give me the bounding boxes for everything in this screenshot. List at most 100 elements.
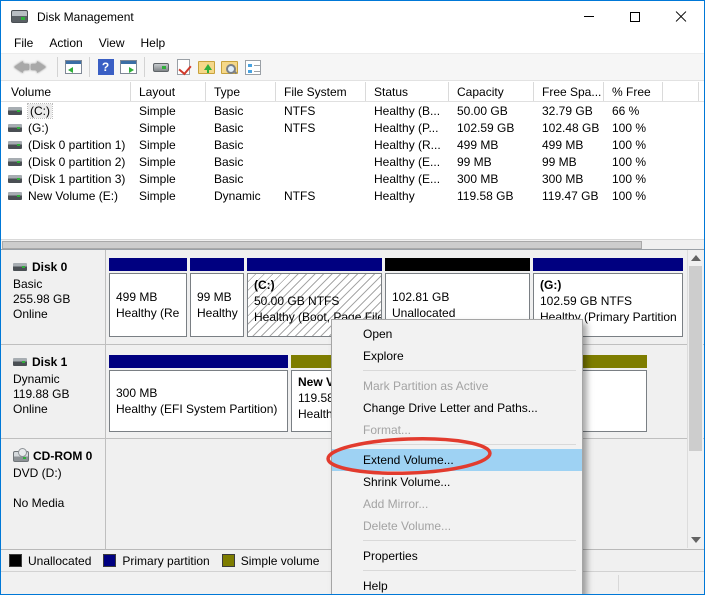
- disk1-info-panel[interactable]: Disk 1 Dynamic 119.88 GB Online: [1, 345, 106, 438]
- column-header-status[interactable]: Status: [366, 82, 449, 101]
- vertical-scrollbar[interactable]: [687, 250, 703, 548]
- column-header-blank: [663, 82, 699, 101]
- menu-item-change-drive-letter[interactable]: Change Drive Letter and Paths...: [332, 397, 582, 419]
- table-row[interactable]: (Disk 1 partition 3) Simple Basic Health…: [1, 170, 704, 187]
- cell-free: 499 MB: [534, 138, 604, 152]
- legend-swatch-unallocated: [9, 554, 22, 567]
- folder-up-button[interactable]: [197, 58, 216, 77]
- menu-item-explore[interactable]: Explore: [332, 345, 582, 367]
- disk-status: No Media: [13, 496, 101, 511]
- table-row[interactable]: New Volume (E:) Simple Dynamic NTFS Heal…: [1, 187, 704, 204]
- menu-item-shrink-volume[interactable]: Shrink Volume...: [332, 471, 582, 493]
- disk-kind: Basic: [13, 277, 101, 292]
- cell-capacity: 102.59 GB: [449, 121, 534, 135]
- show-action-pane-button[interactable]: [119, 58, 138, 77]
- partition-99mb[interactable]: 99 MBHealthy: [190, 258, 244, 337]
- context-menu: Open Explore Mark Partition as Active Ch…: [331, 319, 583, 595]
- column-header-volume[interactable]: Volume: [1, 82, 131, 101]
- menu-item-delete-volume: Delete Volume...: [332, 515, 582, 537]
- disk-icon: [13, 263, 27, 271]
- menu-item-extend-volume[interactable]: Extend Volume...: [332, 449, 582, 471]
- column-header-file-system[interactable]: File System: [276, 82, 366, 101]
- status-bar-divider: [618, 575, 619, 591]
- folder-up-icon: [198, 61, 215, 74]
- menu-action[interactable]: Action: [41, 34, 90, 52]
- partition-label: (C:): [254, 277, 381, 293]
- menu-item-open[interactable]: Open: [332, 323, 582, 345]
- cell-pct: 100 %: [604, 172, 663, 186]
- disk-icon: [13, 358, 27, 366]
- legend-label: Primary partition: [122, 554, 209, 568]
- disk-status: Online: [13, 402, 101, 417]
- volume-icon: [8, 107, 22, 115]
- disk-status: Online: [13, 307, 101, 322]
- cell-type: Dynamic: [206, 189, 276, 203]
- column-header-capacity[interactable]: Capacity: [449, 82, 534, 101]
- table-row[interactable]: (Disk 0 partition 2) Simple Basic Health…: [1, 153, 704, 170]
- horizontal-scrollbar-thumb[interactable]: [2, 241, 642, 249]
- folder-search-button[interactable]: [220, 58, 239, 77]
- cell-capacity: 300 MB: [449, 172, 534, 186]
- chevron-down-icon[interactable]: [691, 537, 701, 543]
- volume-icon: [8, 124, 22, 132]
- table-row[interactable]: (G:) Simple Basic NTFS Healthy (P... 102…: [1, 119, 704, 136]
- forward-button[interactable]: [32, 58, 51, 77]
- menu-help[interactable]: Help: [133, 34, 174, 52]
- help-button[interactable]: ?: [96, 58, 115, 77]
- cell-status: Healthy (E...: [366, 155, 449, 169]
- menu-item-properties[interactable]: Properties: [332, 545, 582, 567]
- maximize-icon: [630, 12, 640, 22]
- menu-item-mark-partition-active: Mark Partition as Active: [332, 375, 582, 397]
- menu-item-format: Format...: [332, 419, 582, 441]
- menu-separator: [363, 570, 576, 571]
- cell-status: Healthy (E...: [366, 172, 449, 186]
- device-button[interactable]: [151, 58, 170, 77]
- partition-size: 102.81 GB: [392, 289, 529, 305]
- table-row[interactable]: (C:) Simple Basic NTFS Healthy (B... 50.…: [1, 102, 704, 119]
- cell-type: Basic: [206, 155, 276, 169]
- menu-file[interactable]: File: [6, 34, 41, 52]
- horizontal-scrollbar[interactable]: [1, 239, 704, 249]
- column-header-pct-free[interactable]: % Free: [604, 82, 663, 101]
- action-pane-icon: [120, 60, 137, 74]
- vertical-scrollbar-thumb[interactable]: [689, 266, 702, 451]
- column-header-free-space[interactable]: Free Spa...: [534, 82, 604, 101]
- menu-item-help[interactable]: Help: [332, 575, 582, 595]
- cell-status: Healthy (B...: [366, 104, 449, 118]
- disk0-info-panel[interactable]: Disk 0 Basic 255.98 GB Online: [1, 250, 106, 344]
- partition-size: 102.59 GB NTFS: [540, 293, 682, 309]
- disk-name: Disk 1: [32, 355, 67, 369]
- menu-view[interactable]: View: [91, 34, 133, 52]
- legend-swatch-simple: [222, 554, 235, 567]
- rescan-disks-button[interactable]: [174, 58, 193, 77]
- cell-status: Healthy: [366, 189, 449, 203]
- column-header-layout[interactable]: Layout: [131, 82, 206, 101]
- partition-efi-system[interactable]: 300 MBHealthy (EFI System Partition): [109, 355, 288, 432]
- partition-size: 50.00 GB NTFS: [254, 293, 381, 309]
- menubar: File Action View Help: [1, 32, 704, 53]
- volume-name: (Disk 0 partition 2): [28, 155, 125, 169]
- close-button[interactable]: [658, 1, 704, 32]
- legend-label: Unallocated: [28, 554, 91, 568]
- minimize-button[interactable]: [566, 1, 612, 32]
- partition-color-bar: [247, 258, 382, 271]
- menu-separator: [363, 540, 576, 541]
- cell-layout: Simple: [131, 104, 206, 118]
- back-button[interactable]: [9, 58, 28, 77]
- cell-capacity: 99 MB: [449, 155, 534, 169]
- partition-499mb[interactable]: 499 MBHealthy (Re: [109, 258, 187, 337]
- chevron-up-icon[interactable]: [691, 255, 701, 261]
- legend-swatch-primary: [103, 554, 116, 567]
- maximize-button[interactable]: [612, 1, 658, 32]
- table-row[interactable]: (Disk 0 partition 1) Simple Basic Health…: [1, 136, 704, 153]
- minimize-icon: [584, 16, 594, 17]
- toolbar-separator: [89, 57, 90, 77]
- cdrom-info-panel[interactable]: CD-ROM 0 DVD (D:) No Media: [1, 439, 106, 550]
- partition-status: Healthy (Re: [116, 305, 186, 321]
- tasks-button[interactable]: [243, 58, 262, 77]
- column-header-type[interactable]: Type: [206, 82, 276, 101]
- app-disk-icon: [11, 10, 28, 23]
- device-icon: [153, 63, 169, 72]
- show-console-tree-button[interactable]: [64, 58, 83, 77]
- forward-icon: [37, 61, 46, 73]
